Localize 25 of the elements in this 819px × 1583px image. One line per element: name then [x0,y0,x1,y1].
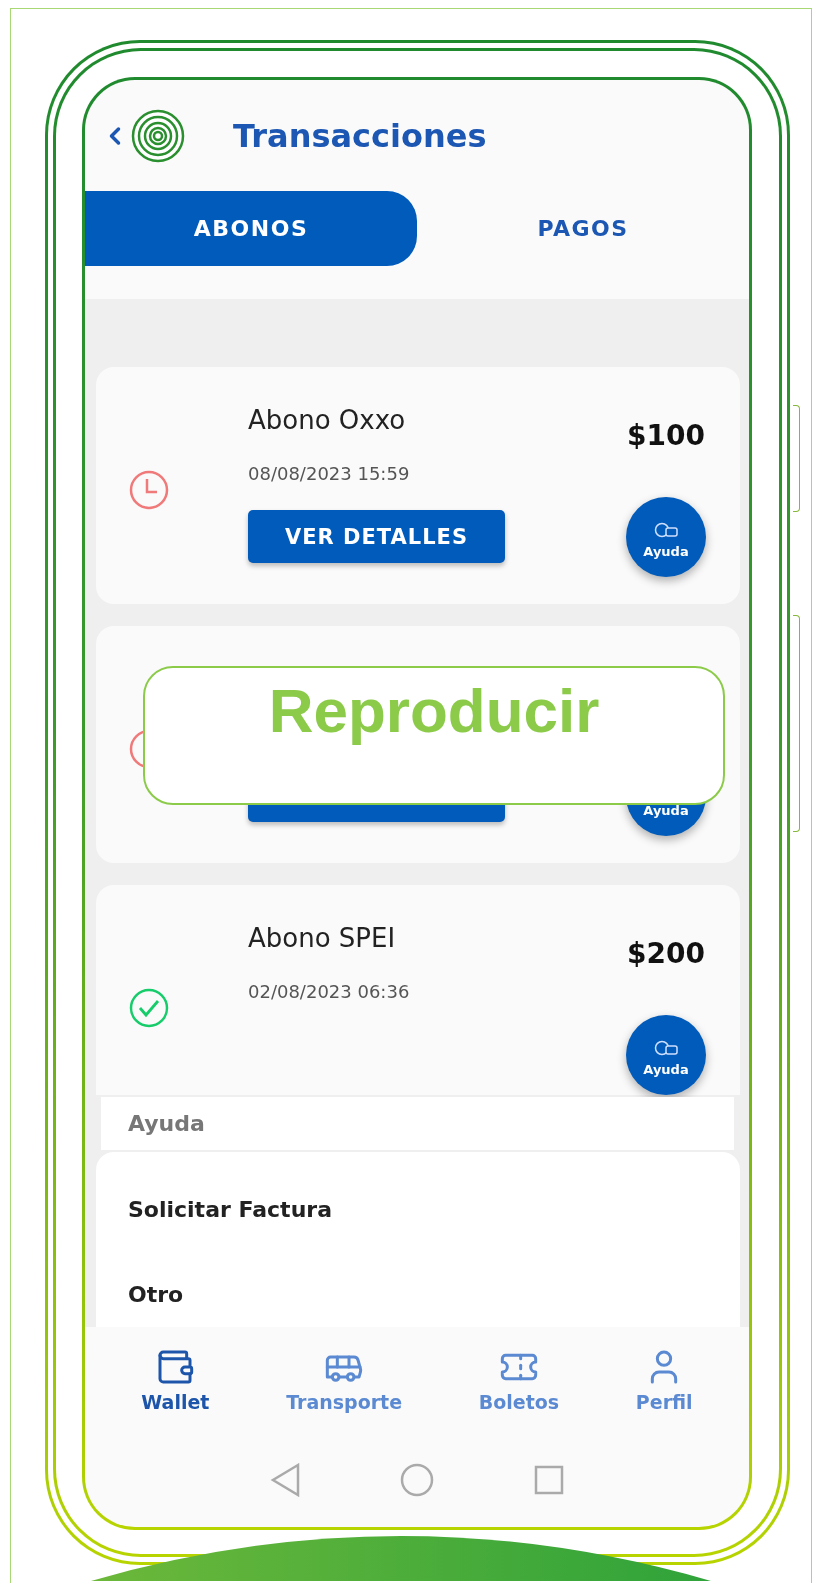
home-nav-icon[interactable] [400,1462,434,1497]
transaction-title: Abono Oxxo [248,405,406,435]
logo-icon [131,108,185,163]
clock-icon [129,470,169,510]
nav-item[interactable]: Perfil [629,1345,699,1414]
recents-nav-icon[interactable] [534,1464,564,1495]
tab[interactable]: ABONOS [85,191,417,266]
nav-item[interactable]: Boletos [472,1345,566,1414]
sheet-option[interactable]: Otro [128,1282,740,1307]
transaction-title: Abono SPEI [248,923,396,953]
back-nav-icon[interactable] [270,1462,300,1497]
transaction-amount: $100 [627,419,705,452]
screen-title: Transacciones [233,116,487,155]
details-button[interactable]: VER DETALLES [248,510,505,563]
tab[interactable]: PAGOS [417,191,749,266]
sheet-title: Ayuda [128,1111,205,1136]
check-circle-icon [129,988,169,1028]
help-button[interactable]: Ayuda [626,497,706,577]
help-button[interactable]: Ayuda [626,1015,706,1095]
transaction-date: 02/08/2023 06:36 [248,981,410,1002]
nav-item[interactable]: Wallet [135,1345,216,1414]
nav-item[interactable]: Transporte [280,1345,409,1414]
transaction-date: 08/08/2023 15:59 [248,463,410,484]
sheet-option[interactable]: Solicitar Factura [128,1197,740,1222]
transaction-amount: $200 [627,937,705,970]
